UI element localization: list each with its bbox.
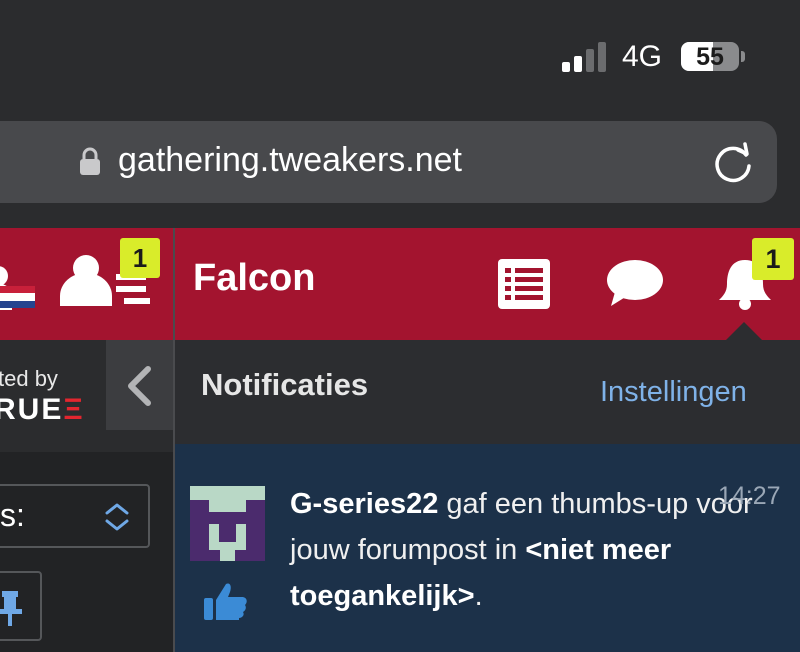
chevron-left-icon [128,366,151,406]
chat-bubble-icon[interactable] [605,258,665,308]
url-text[interactable]: gathering.tweakers.net [118,141,462,180]
left-notification-badge: 1 [120,238,160,278]
list-icon[interactable] [497,258,551,310]
notifications-title: Notificaties [201,367,369,402]
notification-user[interactable]: G-series22 [290,488,438,520]
address-bar[interactable]: gathering.tweakers.net [0,121,777,203]
notifications-settings-link[interactable]: Instellingen [600,376,747,409]
pin-button[interactable] [0,571,42,641]
network-type: 4G [622,40,663,73]
select-arrows-icon [105,503,129,531]
notification-text: G-series22 gaf een thumbs-up voor jouw f… [290,488,753,612]
thumbs-up-icon [204,583,247,620]
signal-strength-icon [562,42,610,72]
select-label: s: [0,497,25,533]
battery-icon: 55 [681,42,739,71]
page-title: Falcon [193,257,316,299]
user-avatar [190,486,265,561]
battery-percent: 55 [696,43,724,71]
status-bar: 4G 55 [0,0,800,110]
dropdown-caret [724,322,764,342]
reload-icon[interactable] [712,141,754,183]
lock-icon [80,147,100,175]
dutch-flag-icon [0,286,35,308]
notification-time: 14:27 [718,482,781,510]
pin-icon [0,591,22,626]
notification-badge: 1 [752,238,794,280]
collapse-button[interactable] [106,340,173,430]
sponsor-logo: RUEΞ [0,393,85,426]
sponsor-prefix: ted by [0,366,58,391]
